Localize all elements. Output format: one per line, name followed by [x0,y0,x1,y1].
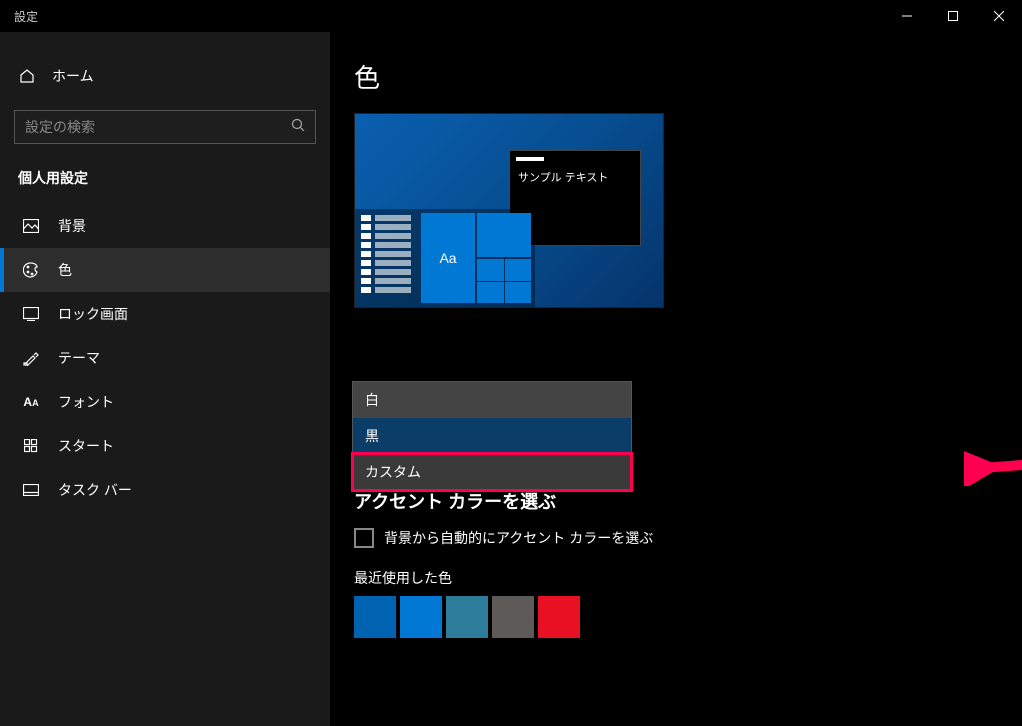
nav-item-fonts[interactable]: AA フォント [0,380,330,424]
nav-label: 色 [58,260,72,280]
nav-label: タスク バー [58,480,132,500]
window-title: 設定 [14,8,38,25]
nav-item-start[interactable]: スタート [0,424,330,468]
search-box[interactable] [14,110,316,144]
window-controls [884,0,1022,32]
color-swatch[interactable] [354,596,396,638]
page-title: 色 [354,58,1022,95]
preview-taskbar: Aa [355,209,535,307]
theme-icon [22,349,40,367]
picture-icon [22,217,40,235]
home-label: ホーム [52,66,94,86]
palette-icon [22,261,40,279]
sample-text: サンプル テキスト [510,165,640,189]
home-icon [18,67,36,85]
maximize-button[interactable] [930,0,976,32]
font-icon: AA [22,393,40,411]
color-swatch[interactable] [400,596,442,638]
nav-item-taskbar[interactable]: タスク バー [0,468,330,512]
search-icon [291,118,305,137]
aa-tile: Aa [421,213,475,303]
auto-accent-checkbox[interactable] [354,528,374,548]
start-icon [22,437,40,455]
nav-label: スタート [58,436,114,456]
color-preview: サンプル テキスト Aa [354,113,664,308]
main-content: 色 サンプル テキスト Aa 白 黒 [330,32,1022,726]
accent-heading: アクセント カラーを選ぶ [354,488,1022,514]
taskbar-icon [22,481,40,499]
sidebar: ホーム 個人用設定 背景 色 ロック画面 [0,32,330,726]
color-swatch[interactable] [446,596,488,638]
home-link[interactable]: ホーム [0,56,330,96]
auto-accent-label: 背景から自動的にアクセント カラーを選ぶ [384,528,653,548]
color-swatch[interactable] [492,596,534,638]
dropdown-option-light[interactable]: 白 [353,382,631,418]
nav-item-themes[interactable]: テーマ [0,336,330,380]
nav-item-colors[interactable]: 色 [0,248,330,292]
titlebar: 設定 [0,0,1022,32]
nav-item-lockscreen[interactable]: ロック画面 [0,292,330,336]
lockscreen-icon [22,305,40,323]
dropdown-option-custom[interactable]: カスタム [353,454,631,490]
color-mode-dropdown[interactable]: 白 黒 カスタム [352,381,632,491]
color-swatch[interactable] [538,596,580,638]
nav-label: フォント [58,392,114,412]
nav-item-background[interactable]: 背景 [0,204,330,248]
nav-label: 背景 [58,216,86,236]
close-button[interactable] [976,0,1022,32]
nav-label: ロック画面 [58,304,128,324]
dropdown-option-dark[interactable]: 黒 [353,418,631,454]
recent-color-swatches [354,596,1022,638]
annotation-arrow [964,436,1022,491]
search-input[interactable] [25,119,291,135]
minimize-button[interactable] [884,0,930,32]
nav-label: テーマ [58,348,100,368]
recent-colors-label: 最近使用した色 [354,568,1022,588]
category-heading: 個人用設定 [0,162,330,204]
